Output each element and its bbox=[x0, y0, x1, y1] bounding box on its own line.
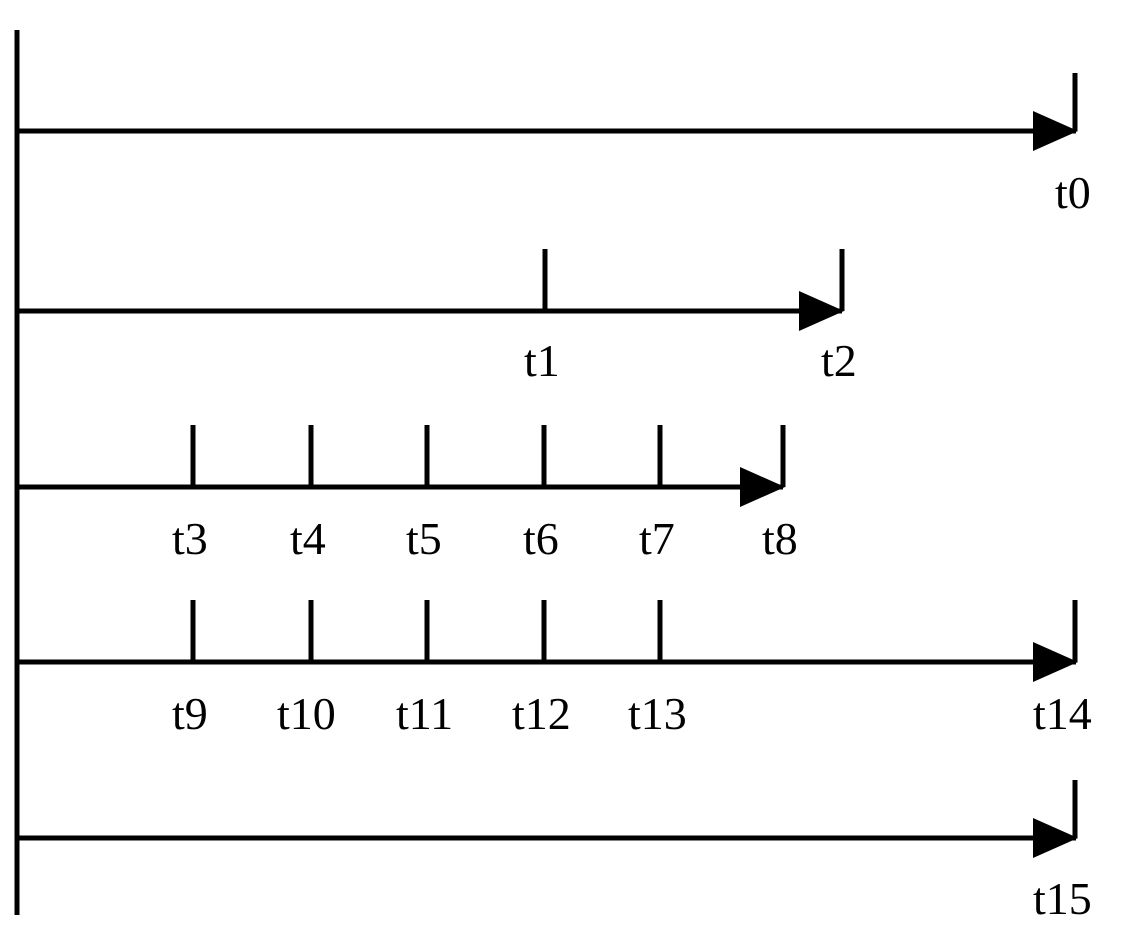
timeline-canvas bbox=[14, 30, 1078, 915]
tick-label-t10: t10 bbox=[277, 688, 336, 739]
tick-label-t4: t4 bbox=[290, 513, 326, 564]
tick-label-t11: t11 bbox=[396, 688, 454, 739]
tick-label-t8: t8 bbox=[762, 513, 798, 564]
timeline-geometry bbox=[14, 30, 1078, 915]
tick-label-t3: t3 bbox=[172, 513, 208, 564]
timeline-diagram: t0 t1 t2 t3 t4 t5 t6 t7 t8 t9 t10 t11 t12 t13 t14 t15 bbox=[0, 0, 1126, 935]
tick-label-t9: t9 bbox=[172, 688, 208, 739]
tick-label-t7: t7 bbox=[639, 513, 675, 564]
tick-label-t1: t1 bbox=[524, 335, 560, 386]
tick-label-t12: t12 bbox=[512, 688, 571, 739]
tick-label-t0: t0 bbox=[1055, 167, 1091, 218]
tick-label-t5: t5 bbox=[406, 513, 442, 564]
tick-label-t15: t15 bbox=[1033, 873, 1092, 924]
tick-label-t2: t2 bbox=[821, 335, 857, 386]
tick-label-t13: t13 bbox=[628, 688, 687, 739]
tick-label-t14: t14 bbox=[1033, 688, 1092, 739]
tick-label-t6: t6 bbox=[523, 513, 559, 564]
